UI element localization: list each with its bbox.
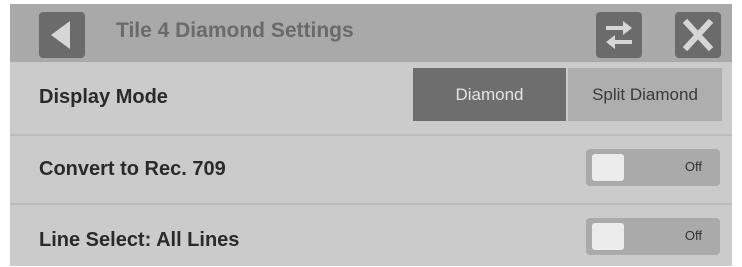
convert-rec709-row: Convert to Rec. 709 Off <box>10 136 732 203</box>
page-title: Tile 4 Diamond Settings <box>116 19 354 42</box>
diamond-settings-panel: Tile 4 Diamond Settings Display Mode Dia… <box>10 4 732 266</box>
line-select-label: Line Select: All Lines <box>39 229 240 251</box>
toggle-knob <box>592 223 624 250</box>
back-button[interactable] <box>39 12 85 58</box>
settings-header: Tile 4 Diamond Settings <box>10 4 732 62</box>
diamond-mode-button[interactable]: Diamond <box>413 68 566 121</box>
split-diamond-mode-button[interactable]: Split Diamond <box>568 68 722 121</box>
toggle-state-text: Off <box>684 159 702 174</box>
close-x-icon <box>682 18 714 52</box>
swap-tile-button[interactable] <box>596 12 642 58</box>
swap-arrows-icon <box>606 21 632 49</box>
line-select-row: Line Select: All Lines Off <box>10 205 732 266</box>
toggle-knob <box>592 154 624 181</box>
close-button[interactable] <box>675 12 721 58</box>
line-select-toggle[interactable]: Off <box>586 218 720 255</box>
back-arrow-icon <box>51 21 70 49</box>
toggle-state-text: Off <box>684 228 702 243</box>
convert-rec709-label: Convert to Rec. 709 <box>39 158 226 180</box>
display-mode-row: Display Mode Diamond Split Diamond <box>10 64 732 134</box>
display-mode-label: Display Mode <box>39 86 168 108</box>
convert-rec709-toggle[interactable]: Off <box>586 149 720 186</box>
